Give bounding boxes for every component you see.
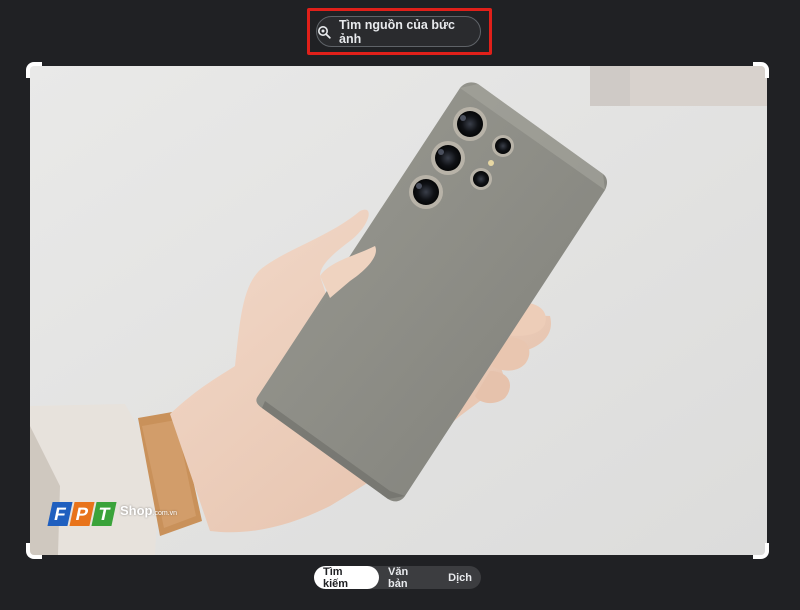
watermark-letter-p: P [69,502,95,526]
tab-text[interactable]: Văn bản [379,566,439,590]
watermark-letter-t: T [91,502,117,526]
tab-translate[interactable]: Dịch [439,566,481,589]
crop-handle-top-right[interactable] [753,62,769,78]
fpt-shop-watermark: F P T Shop.com.vn [47,502,178,526]
mode-tabs: Tìm kiếm Văn bản Dịch [314,566,481,590]
crop-handle-bottom-right[interactable] [753,543,769,559]
find-image-source-label: Tìm nguồn của bức ảnh [339,17,455,46]
watermark-letter-f: F [47,502,73,526]
lens-search-icon [317,25,331,39]
tab-search[interactable]: Tìm kiếm [314,566,379,590]
watermark-shop: Shop.com.vn [120,503,178,518]
crop-handle-bottom-left[interactable] [26,543,42,559]
watermark-domain: .com.vn [152,510,178,517]
phone-photo [30,66,767,555]
selected-image[interactable] [30,66,767,555]
find-image-source-button[interactable]: Tìm nguồn của bức ảnh [316,16,481,47]
crop-handle-top-left[interactable] [26,62,42,78]
